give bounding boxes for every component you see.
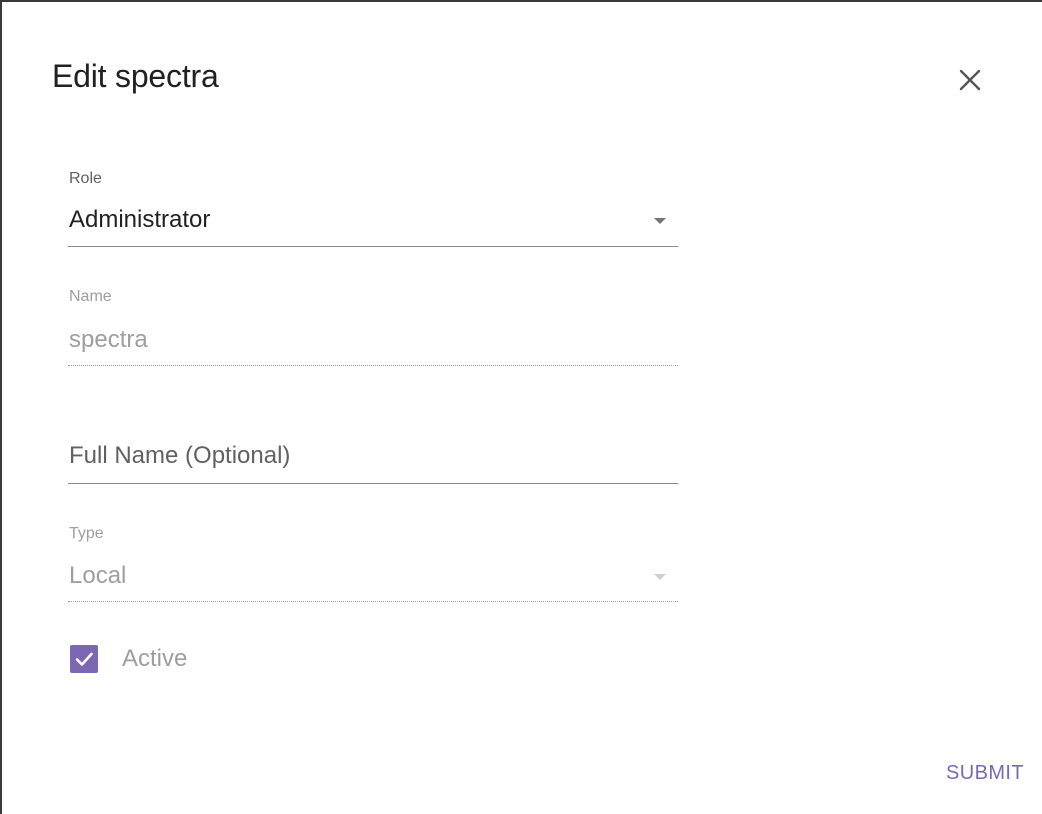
name-label: Name bbox=[69, 288, 112, 305]
type-underline bbox=[68, 601, 678, 602]
dialog-title: Edit spectra bbox=[52, 58, 219, 94]
name-field: Name spectra bbox=[68, 280, 678, 370]
active-label: Active bbox=[122, 645, 188, 672]
edit-dialog: Edit spectra Role Administrator Name spe… bbox=[0, 0, 1042, 814]
full-name-input[interactable]: Full Name (Optional) bbox=[68, 432, 678, 488]
full-name-placeholder: Full Name (Optional) bbox=[69, 442, 291, 469]
close-button[interactable] bbox=[952, 62, 988, 98]
type-value: Local bbox=[69, 562, 127, 589]
role-underline bbox=[68, 246, 678, 247]
caret-down-icon bbox=[654, 218, 666, 224]
active-checkbox[interactable] bbox=[70, 645, 98, 673]
active-checkbox-row[interactable]: Active bbox=[70, 643, 187, 675]
name-underline bbox=[68, 365, 678, 366]
caret-down-icon bbox=[654, 574, 666, 580]
role-label: Role bbox=[69, 170, 102, 187]
type-select: Type Local bbox=[68, 517, 678, 607]
submit-button[interactable]: SUBMIT bbox=[946, 762, 1024, 785]
type-label: Type bbox=[69, 525, 104, 542]
check-icon bbox=[75, 652, 93, 666]
full-name-underline bbox=[68, 483, 678, 484]
close-icon bbox=[959, 69, 981, 91]
role-select[interactable]: Role Administrator bbox=[68, 162, 678, 252]
role-value: Administrator bbox=[69, 206, 211, 233]
name-value: spectra bbox=[69, 326, 148, 353]
